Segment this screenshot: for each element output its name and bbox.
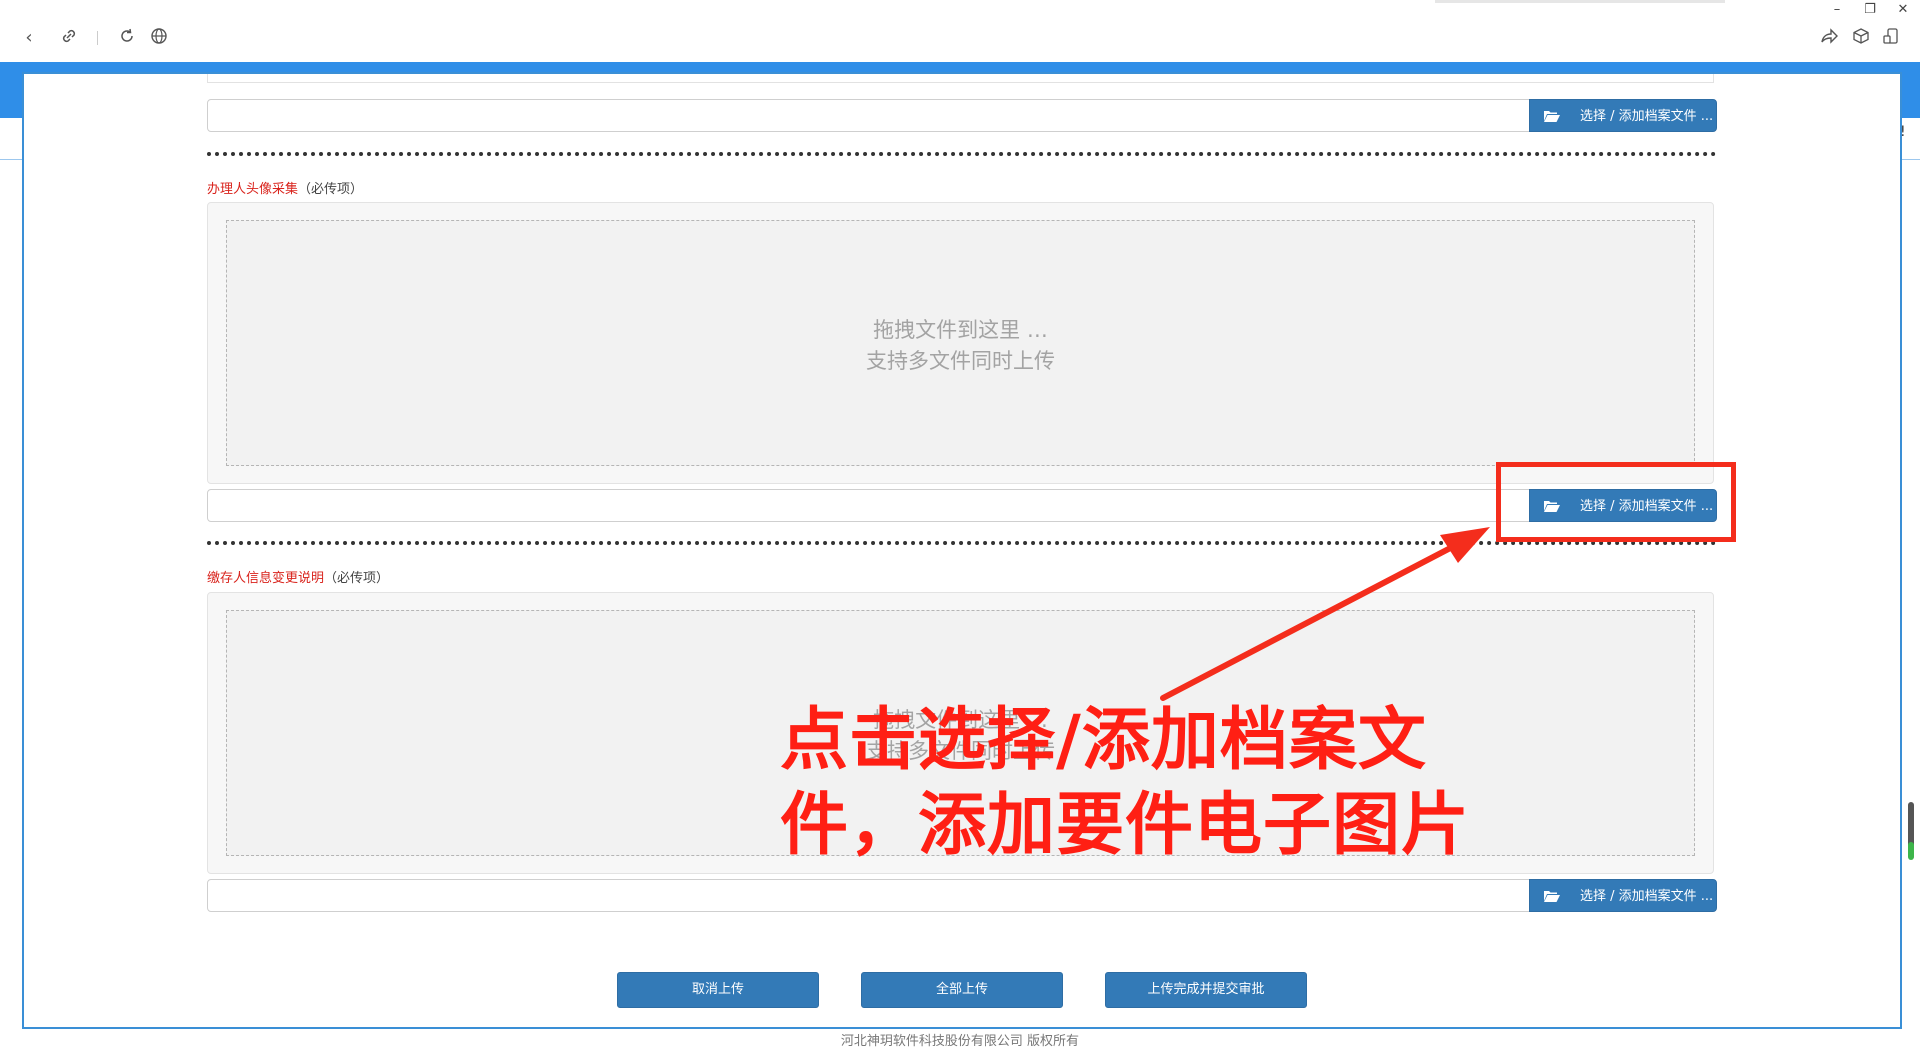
section-divider	[207, 152, 1717, 156]
link-icon[interactable]	[58, 27, 80, 49]
back-icon[interactable]: ‹	[18, 27, 40, 49]
cancel-upload-button[interactable]: 取消上传	[617, 972, 819, 1008]
choose-file-label: 选择 / 添加档案文件 ...	[1580, 109, 1714, 124]
toolbar-tab-shadow	[1435, 0, 1725, 3]
share-icon[interactable]	[1818, 27, 1840, 49]
drop-hint: 拖拽文件到这里 …	[873, 318, 1048, 342]
choose-file-label: 选择 / 添加档案文件 ...	[1580, 889, 1714, 904]
upload-form: 选择 / 添加档案文件 ... 办理人头像采集（必传项） 拖拽文件到这里 … 支…	[24, 74, 1900, 1027]
cube-icon[interactable]	[1850, 27, 1872, 49]
drop-zone-avatar[interactable]: 拖拽文件到这里 … 支持多文件同时上传	[207, 202, 1714, 484]
annotation-text: 点击选择/添加档案文 件，添加要件电子图片	[780, 698, 1471, 868]
file-row-change-note: 选择 / 添加档案文件 ...	[207, 879, 1717, 912]
browser-toolbar: ‹ – ❐ ✕	[0, 0, 1920, 62]
phone-icon[interactable]	[1880, 27, 1902, 49]
file-path-input[interactable]	[207, 99, 1531, 132]
annotation-line-2: 件，添加要件电子图片	[780, 786, 1471, 865]
required-note: （必传项）	[298, 182, 364, 197]
toolbar-separator	[97, 31, 98, 45]
drop-hint-multi: 支持多文件同时上传	[866, 349, 1055, 373]
file-path-input[interactable]	[207, 879, 1531, 912]
scrollbar-indicator	[1908, 842, 1914, 860]
section-name: 缴存人信息变更说明	[207, 571, 325, 586]
required-note: （必传项）	[324, 571, 390, 586]
refresh-icon[interactable]	[116, 27, 138, 49]
globe-icon[interactable]	[148, 27, 170, 49]
section-divider	[207, 541, 1717, 545]
submit-approval-button[interactable]: 上传完成并提交审批	[1105, 972, 1307, 1008]
folder-open-icon	[1544, 891, 1560, 902]
upload-modal: 选择 / 添加档案文件 ... 办理人头像采集（必传项） 拖拽文件到这里 … 支…	[22, 72, 1902, 1029]
highlight-box	[1496, 462, 1736, 542]
upload-all-button[interactable]: 全部上传	[861, 972, 1063, 1008]
folder-open-icon	[1544, 111, 1560, 122]
annotation-line-1: 点击选择/添加档案文	[780, 701, 1427, 780]
minimize-icon[interactable]: –	[1827, 2, 1847, 17]
previous-drop-zone	[207, 74, 1714, 83]
choose-file-button[interactable]: 选择 / 添加档案文件 ...	[1529, 879, 1717, 912]
file-row-previous: 选择 / 添加档案文件 ...	[207, 99, 1717, 132]
section-name: 办理人头像采集	[207, 182, 299, 197]
section-title-change-note: 缴存人信息变更说明（必传项）	[207, 567, 389, 586]
close-icon[interactable]: ✕	[1893, 2, 1913, 17]
file-row-avatar: 选择 / 添加档案文件 ...	[207, 489, 1717, 522]
section-title-avatar: 办理人头像采集（必传项）	[207, 178, 363, 197]
drop-area[interactable]: 拖拽文件到这里 … 支持多文件同时上传	[226, 220, 1695, 466]
file-path-input[interactable]	[207, 489, 1531, 522]
restore-icon[interactable]: ❐	[1860, 2, 1880, 17]
choose-file-button[interactable]: 选择 / 添加档案文件 ...	[1529, 99, 1717, 132]
